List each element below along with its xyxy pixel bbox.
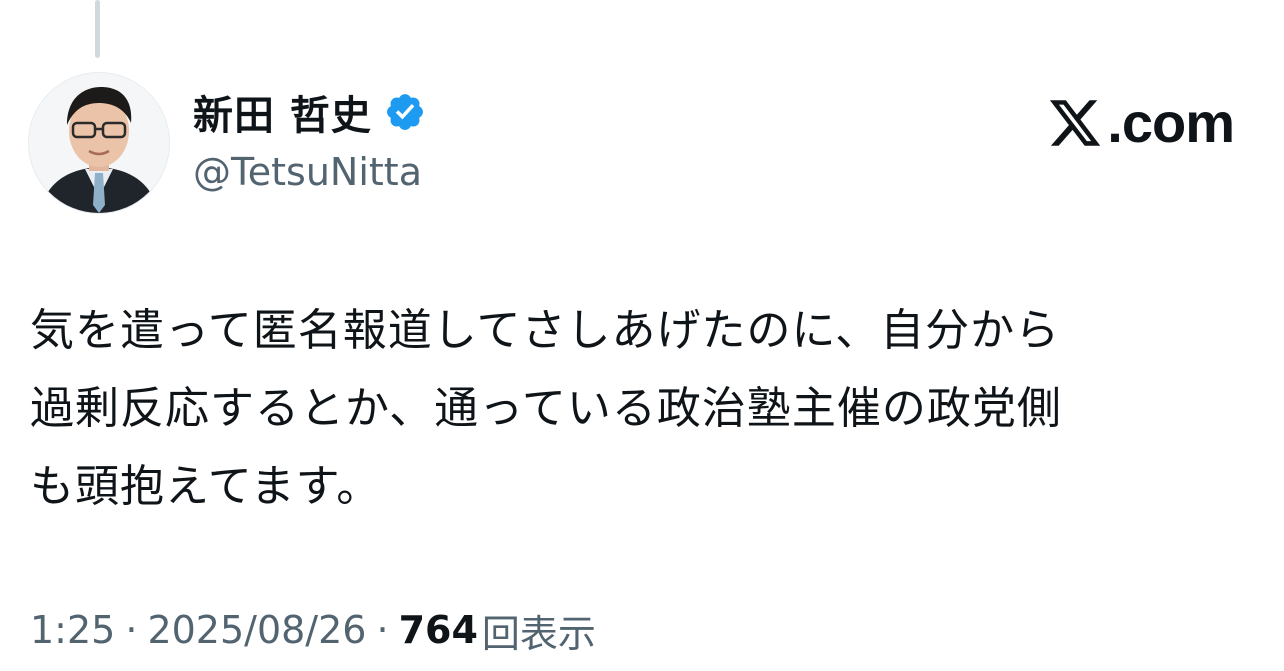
tweet-meta: 1:25 · 2025/08/26 · 764 回表示 (30, 602, 596, 658)
views-label: 回表示 (481, 611, 596, 656)
author-handle[interactable]: @TetsuNitta (193, 150, 422, 194)
views-count: 764 (398, 608, 478, 652)
thread-connector-line (95, 0, 100, 58)
tweet-time[interactable]: 1:25 (30, 608, 115, 652)
verified-badge-icon (384, 91, 426, 133)
person-avatar-icon (29, 73, 169, 213)
author-name-row: 新田 哲史 (193, 83, 426, 141)
brand-domain-text: .com (1107, 91, 1235, 154)
tweet-date[interactable]: 2025/08/26 (147, 608, 366, 652)
meta-separator: · (376, 608, 389, 652)
author-display-name[interactable]: 新田 哲史 (193, 83, 372, 141)
meta-separator: · (125, 608, 138, 652)
tweet-text-line: 気を遣って匿名報道してさしあげたのに、自分から (30, 305, 1061, 356)
tweet-text: 気を遣って匿名報道してさしあげたのに、自分から 過剰反応するとか、通っている政治… (30, 292, 1230, 526)
avatar[interactable] (28, 72, 170, 214)
brand-x-com[interactable]: .com (1045, 90, 1235, 155)
tweet-text-line: 過剰反応するとか、通っている政治塾主催の政党側 (30, 383, 1062, 434)
x-logo-icon (1045, 95, 1105, 151)
tweet-text-line: も頭抱えてます。 (30, 461, 382, 512)
